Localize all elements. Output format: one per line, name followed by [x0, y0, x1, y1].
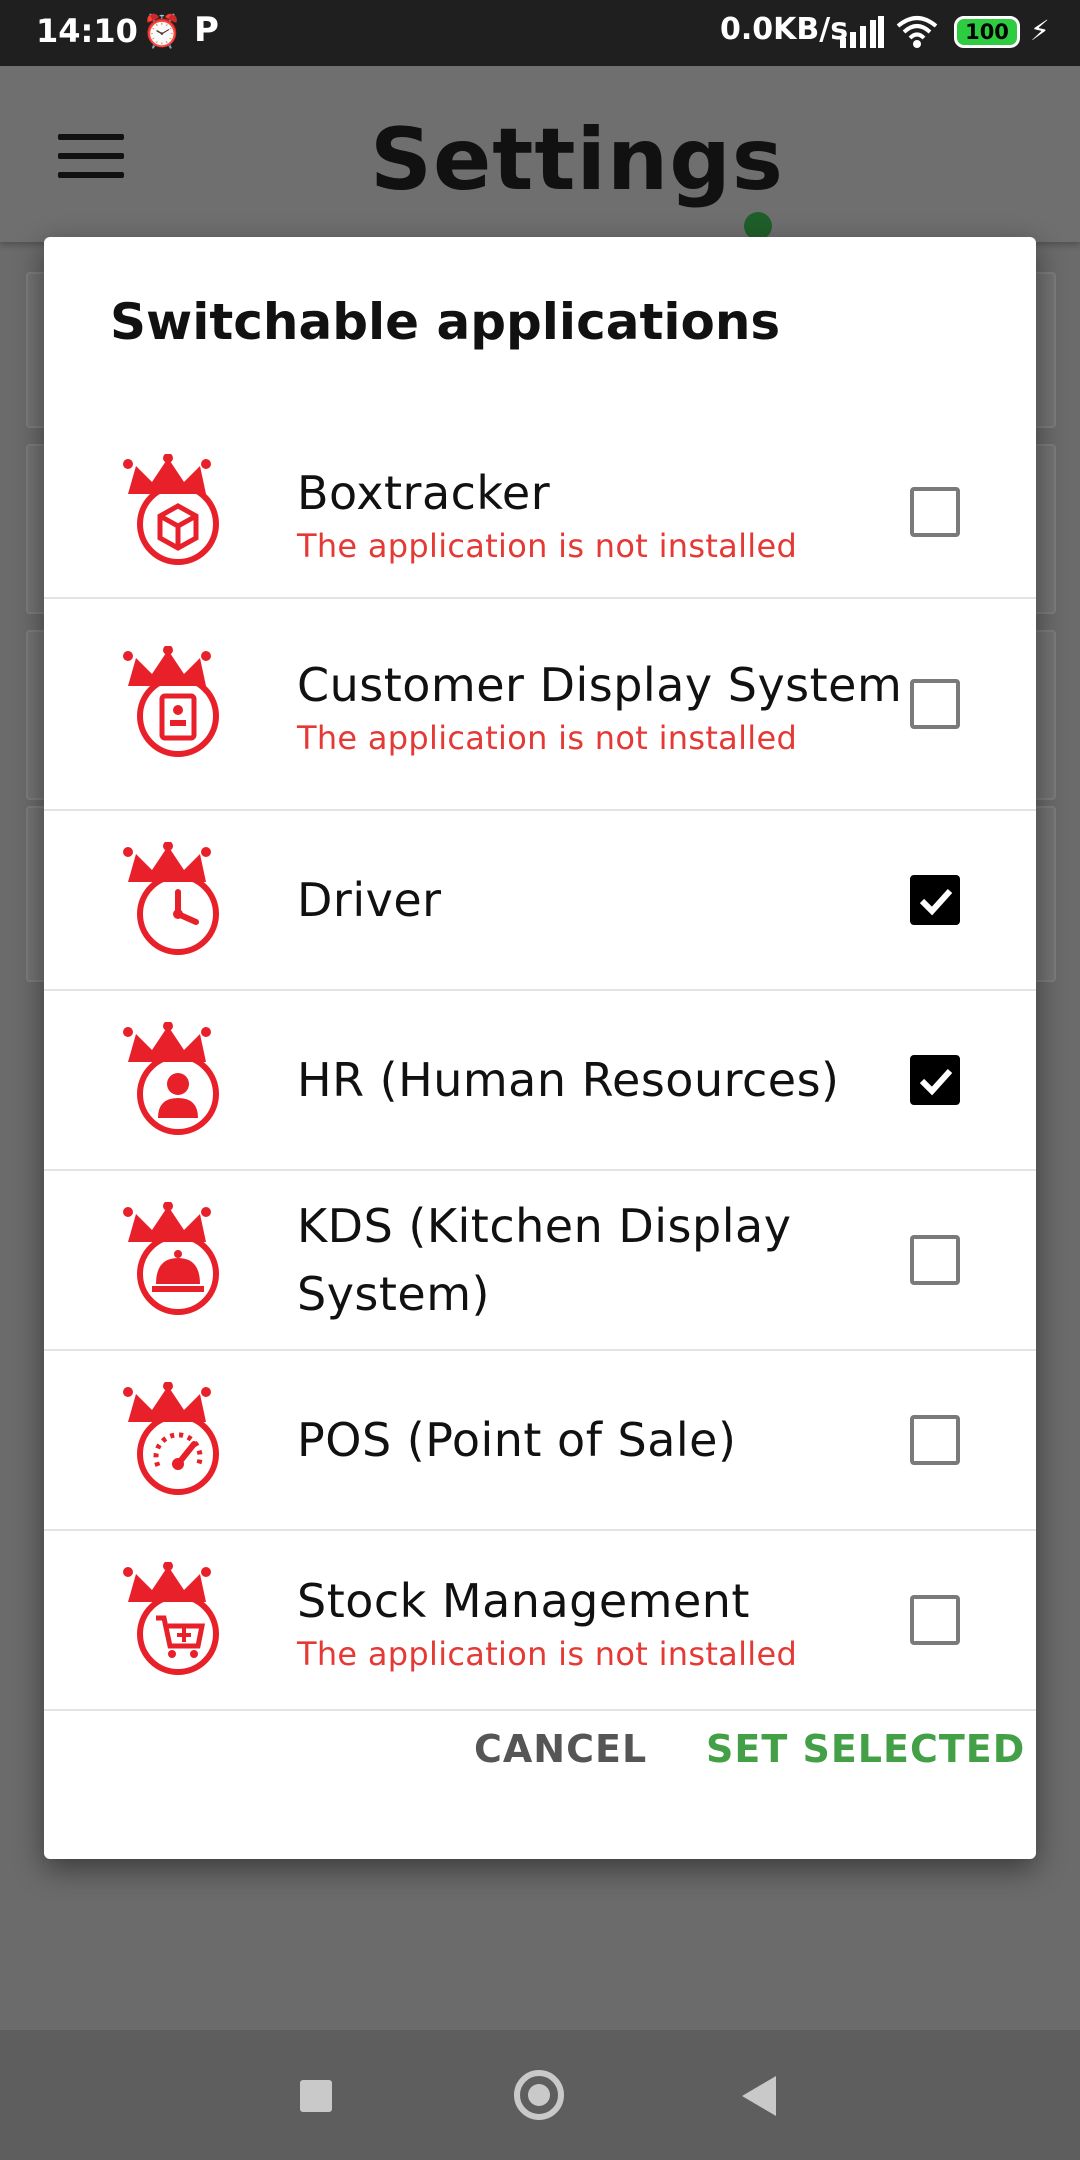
not-installed-warning: The application is not installed	[297, 719, 798, 757]
app-name: KDS (Kitchen Display System)	[297, 1199, 792, 1321]
not-installed-warning: The application is not installed	[297, 527, 798, 565]
clock-icon	[123, 842, 219, 955]
app-name: HR (Human Resources)	[297, 1053, 840, 1107]
cart-icon	[123, 1562, 219, 1675]
status-bar: 14:10 ⏰ P 0.0KB/s 100 ⚡	[0, 0, 1080, 66]
set-selected-button[interactable]: SET SELECTED	[706, 1727, 1025, 1771]
status-time: 14:10	[36, 12, 138, 50]
check-icon	[919, 888, 953, 916]
driver-checkbox[interactable]	[910, 875, 960, 925]
app-row-boxtracker[interactable]: Boxtracker The application is not instal…	[44, 427, 1036, 599]
app-name: POS (Point of Sale)	[297, 1413, 737, 1467]
system-nav-bar	[0, 2030, 1080, 2160]
display-icon	[123, 646, 219, 757]
back-icon[interactable]	[742, 2076, 776, 2116]
check-icon	[919, 1068, 953, 1096]
gauge-icon	[123, 1382, 219, 1495]
app-bar: Settings	[0, 66, 1080, 242]
page-title: Settings	[370, 110, 784, 210]
pos-checkbox[interactable]	[910, 1415, 960, 1465]
app-row-customer-display[interactable]: Customer Display System The application …	[44, 599, 1036, 811]
customer-display-checkbox[interactable]	[910, 679, 960, 729]
app-name: Stock Management	[297, 1574, 750, 1628]
signal-icon	[840, 16, 884, 48]
not-installed-warning: The application is not installed	[297, 1635, 798, 1673]
home-icon[interactable]	[514, 2070, 564, 2120]
hr-checkbox[interactable]	[910, 1055, 960, 1105]
battery-icon: 100	[954, 16, 1020, 48]
menu-icon[interactable]	[58, 134, 124, 178]
cloche-icon	[123, 1202, 219, 1315]
cancel-button[interactable]: CANCEL	[474, 1727, 647, 1771]
app-name: Boxtracker	[297, 466, 551, 520]
boxtracker-checkbox[interactable]	[910, 487, 960, 537]
network-speed: 0.0KB/s	[720, 12, 849, 47]
app-row-pos[interactable]: POS (Point of Sale)	[44, 1351, 1036, 1531]
app-list: Boxtracker The application is not instal…	[44, 427, 1036, 1711]
dialog-title: Switchable applications	[110, 293, 781, 351]
app-row-stock-management[interactable]: Stock Management The application is not …	[44, 1531, 1036, 1711]
connection-status-dot	[744, 212, 772, 240]
dialog-actions: CANCEL SET SELECTED	[44, 1697, 1036, 1817]
app-name: Customer Display System	[297, 658, 903, 712]
recents-icon[interactable]	[300, 2080, 332, 2112]
kds-checkbox[interactable]	[910, 1235, 960, 1285]
charging-icon: ⚡	[1030, 14, 1050, 47]
wifi-icon	[896, 16, 938, 48]
alarm-icon: ⏰	[142, 12, 182, 50]
app-name: Driver	[297, 873, 442, 927]
app-row-kds[interactable]: KDS (Kitchen Display System)	[44, 1171, 1036, 1351]
person-icon	[123, 1022, 219, 1135]
app-row-driver[interactable]: Driver	[44, 811, 1036, 991]
app-row-hr[interactable]: HR (Human Resources)	[44, 991, 1036, 1171]
switchable-apps-dialog: Switchable applications Boxtracker The a…	[44, 237, 1036, 1859]
parking-icon: P	[194, 10, 219, 50]
box-icon	[123, 454, 219, 565]
stock-management-checkbox[interactable]	[910, 1595, 960, 1645]
